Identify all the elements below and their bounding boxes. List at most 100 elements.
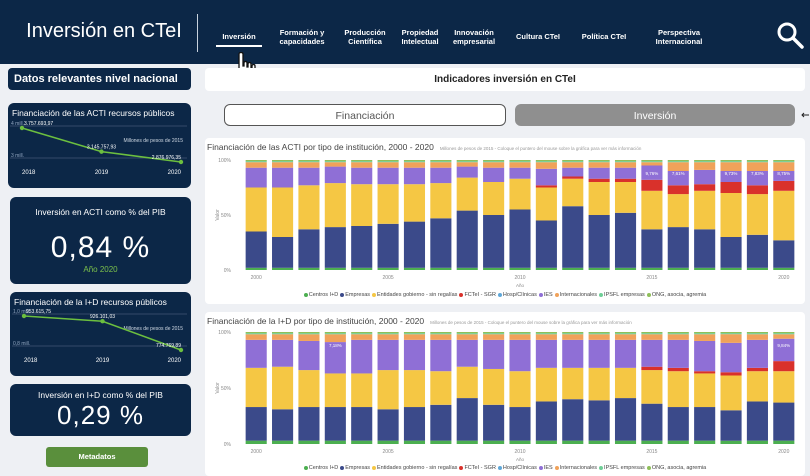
legend-item[interactable]: Centros I+D [303, 292, 338, 298]
legend-item[interactable]: IPSFL empresas [599, 292, 645, 298]
bar-segment-centros [245, 440, 267, 444]
bar-segment-ipsfl [324, 161, 346, 163]
id-stacked-bar-chart[interactable]: 0% 50% 100% Valor 7,18% 9,84% 2000 2005 2010 2015… [205, 324, 805, 466]
bar-segment-ies [562, 167, 584, 177]
bar-segment-ies [588, 339, 610, 368]
legend-swatch [554, 465, 559, 470]
app-root: Inversión en CTeI Inversión Formación y … [0, 0, 810, 476]
bar-segment-internacionales [746, 334, 768, 340]
bar-segment-entidades [483, 182, 505, 215]
bar-segment-ies [403, 167, 426, 185]
bar-segment-empresas [667, 407, 689, 441]
bar-segment-fctel [720, 182, 742, 193]
bar-segment-ies [535, 339, 557, 368]
nav-innovacion[interactable]: Innovación empresarial [448, 28, 500, 46]
mini-unit-label: Millones de pesos de 2015 [124, 326, 184, 332]
legend-item[interactable]: IPSFL empresas [599, 465, 645, 471]
bar-segment-entidades [588, 367, 610, 401]
mini-x-tick: 2018 [24, 358, 38, 364]
tab-inversion[interactable]: Inversión [515, 104, 795, 126]
bar-segment-ong [403, 160, 426, 162]
bar-segment-internacionales [456, 334, 478, 340]
bar-segment-internacionales [324, 334, 346, 343]
legend-item[interactable]: Centros I+D [303, 465, 338, 471]
legend-swatch [538, 465, 543, 470]
y-axis-label: Valor [215, 382, 221, 394]
legend-item[interactable]: Hosp/Clínicas [497, 465, 537, 471]
bar-segment-ong [614, 160, 637, 162]
legend-item[interactable]: Hosp/Clínicas [497, 292, 537, 298]
bar-segment-centros [509, 267, 531, 270]
tab-financiacion[interactable]: Financiación [224, 104, 506, 126]
id-card-title: Financiación de la I+D recursos públicos [14, 297, 167, 307]
bar-segment-fctel [641, 179, 663, 191]
id-pib-value: 0,29 % [57, 400, 144, 430]
legend-item[interactable]: IES [538, 465, 553, 471]
bar-segment-internacionales [694, 334, 716, 341]
bar-segment-internacionales [614, 334, 637, 340]
bar-segment-entidades [430, 371, 452, 405]
bar-segment-fctel [641, 366, 663, 371]
nav-propiedad[interactable]: Propiedad Intelectual [396, 28, 444, 46]
legend-item[interactable]: FCTeI - SGR [459, 465, 496, 471]
y-tick-label: 100% [218, 158, 231, 164]
legend-item[interactable]: FCTeI - SGR [459, 292, 496, 298]
bar-segment-ies [694, 169, 716, 185]
bar-segment-entidades [720, 375, 742, 411]
bar-segment-centros [562, 267, 584, 270]
legend-item[interactable]: Empresas [340, 465, 370, 471]
legend-item[interactable]: Internacionales [554, 292, 597, 298]
legend-item[interactable]: ONG, asocia, agremia [646, 465, 706, 471]
bar-segment-ong [720, 332, 742, 334]
bar-segment-empresas [351, 226, 373, 268]
bar-segment-ong [324, 332, 346, 334]
y-tick-label: 100% [218, 330, 231, 336]
bar-segment-ies [746, 339, 768, 368]
bar-segment-ipsfl [351, 333, 373, 335]
bar-segment-ipsfl [588, 161, 610, 163]
y-tick-label: 50% [221, 213, 232, 219]
bar-segment-centros [614, 267, 637, 270]
search-icon[interactable] [775, 20, 805, 50]
bar-segment-ong [245, 332, 267, 334]
legend-label: Hosp/Clínicas [502, 292, 537, 298]
x-axis-label: Año [516, 457, 525, 462]
nav-politica[interactable]: Política CTeI [576, 32, 632, 41]
bar-segment-empresas [720, 237, 742, 268]
nav-inversion[interactable]: Inversión [216, 32, 262, 47]
bar-segment-internacionales [298, 334, 320, 341]
legend-item[interactable]: IES [538, 292, 553, 298]
nav-formacion[interactable]: Formación y capacidades [274, 28, 330, 46]
bar-segment-entidades [324, 373, 346, 408]
id-funding-card: Financiación de la I+D recursos públicos… [10, 292, 191, 376]
bar-segment-internacionales [483, 162, 505, 168]
bar-segment-empresas [403, 407, 426, 441]
bar-segment-ong [324, 160, 346, 162]
bar-segment-ipsfl [456, 161, 478, 163]
legend-item[interactable]: Entidades gobierno - sin regalías [372, 292, 457, 298]
metadata-button[interactable]: Metadatos [46, 447, 148, 467]
nav-perspectiva[interactable]: Perspectiva Internacional [648, 28, 710, 46]
bar-segment-internacionales [377, 162, 399, 168]
bar-segment-internacionales [509, 162, 531, 168]
nav-produccion[interactable]: Producción Científica [340, 28, 390, 46]
legend-item[interactable]: Internacionales [554, 465, 597, 471]
mini-x-tick: 2019 [95, 170, 109, 176]
acti-pib-card: Inversión en ACTI como % del PIB 0,84 % … [10, 197, 191, 284]
bar-segment-empresas [483, 404, 505, 441]
bar-segment-empresas [694, 407, 716, 441]
legend-item[interactable]: Empresas [340, 292, 370, 298]
bar-segment-ipsfl [720, 161, 742, 163]
legend-item[interactable]: ONG, asocia, agremia [646, 292, 706, 298]
bar-segment-ipsfl [403, 333, 426, 335]
bar-segment-ong [535, 160, 557, 162]
legend-item[interactable]: Entidades gobierno - sin regalías [372, 465, 457, 471]
legend-swatch [538, 292, 543, 297]
bar-segment-entidades [272, 187, 294, 237]
acti-stacked-bar-chart[interactable]: 0% 50% 100% Valor 9,76% 7,61% 9,73% 7,83% 8,75% 2… [205, 152, 805, 292]
bar-segment-entidades [324, 183, 346, 228]
bar-segment-empresas [456, 210, 478, 268]
nav-cultura[interactable]: Cultura CTeI [510, 32, 566, 41]
bar-segment-centros [588, 440, 610, 444]
bar-segment-entidades [430, 183, 452, 219]
